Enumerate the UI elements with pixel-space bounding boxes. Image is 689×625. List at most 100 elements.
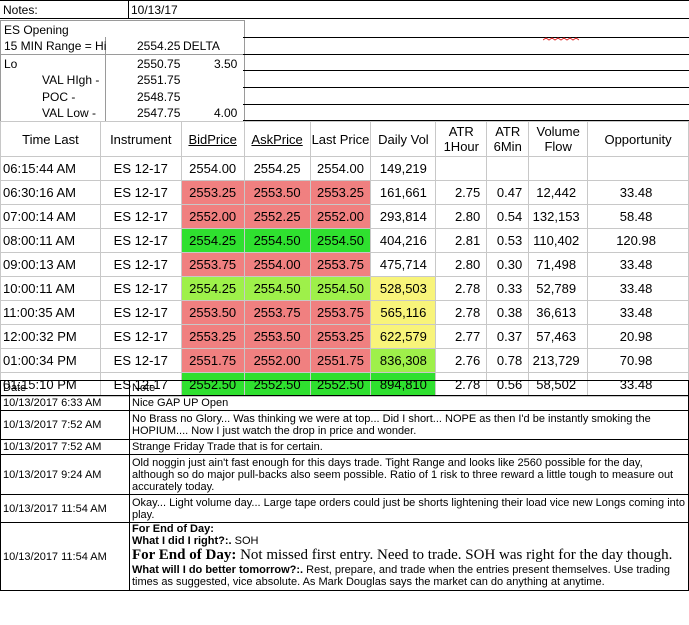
- atr-6min-cell[interactable]: 0.54: [486, 204, 530, 229]
- col-header-daily-vol[interactable]: Daily Vol: [370, 121, 437, 157]
- journal-date[interactable]: 10/13/2017 7:52 AM: [0, 439, 130, 455]
- table-row[interactable]: 08:00:11 AM ES 12-17 2554.25 2554.50 2554.50…: [0, 228, 689, 253]
- atr-6min-cell[interactable]: 0.37: [486, 324, 530, 349]
- daily-vol-cell[interactable]: 149,219: [370, 156, 437, 181]
- atr-1hour-cell[interactable]: 2.77: [435, 324, 488, 349]
- volume-flow-cell[interactable]: 213,729: [528, 348, 589, 373]
- time-cell[interactable]: 12:00:32 PM: [0, 324, 101, 349]
- time-cell[interactable]: 10:00:11 AM: [0, 276, 101, 301]
- opportunity-cell[interactable]: 120.98: [587, 228, 689, 253]
- instrument-cell[interactable]: ES 12-17: [99, 180, 182, 205]
- instrument-cell[interactable]: ES 12-17: [99, 300, 182, 325]
- time-cell[interactable]: 08:00:11 AM: [0, 228, 101, 253]
- time-cell[interactable]: 06:15:44 AM: [0, 156, 101, 181]
- volume-flow-cell[interactable]: 36,613: [528, 300, 589, 325]
- col-header-volume-flow[interactable]: Volume Flow: [528, 121, 589, 157]
- opportunity-cell[interactable]: 70.98: [587, 348, 689, 373]
- time-cell[interactable]: 11:00:35 AM: [0, 300, 101, 325]
- table-row[interactable]: 10:00:11 AM ES 12-17 2554.25 2554.50 2554.50…: [0, 276, 689, 301]
- bid-cell[interactable]: 2553.50: [180, 300, 245, 325]
- atr-6min-cell[interactable]: 0.30: [486, 252, 530, 277]
- ask-cell[interactable]: 2554.50: [243, 276, 311, 301]
- instrument-cell[interactable]: ES 12-17: [99, 204, 182, 229]
- journal-note[interactable]: Okay... Light volume day... Large tape o…: [129, 494, 689, 523]
- last-cell[interactable]: 2553.25: [309, 180, 372, 205]
- last-cell[interactable]: 2553.25: [309, 324, 372, 349]
- atr-1hour-cell[interactable]: 2.78: [435, 300, 488, 325]
- instrument-cell[interactable]: ES 12-17: [99, 228, 182, 253]
- atr-1hour-cell[interactable]: [435, 156, 488, 181]
- daily-vol-cell[interactable]: 528,503: [370, 276, 437, 301]
- col-header-opportunity[interactable]: Opportunity: [587, 121, 689, 157]
- bid-cell[interactable]: 2551.75: [180, 348, 245, 373]
- table-row[interactable]: 07:00:14 AM ES 12-17 2552.00 2552.25 2552.00…: [0, 204, 689, 229]
- col-header-last[interactable]: Last Price: [309, 121, 372, 157]
- bid-cell[interactable]: 2553.75: [180, 252, 245, 277]
- ask-cell[interactable]: 2552.00: [243, 348, 311, 373]
- journal-note[interactable]: Old noggin just ain't fast enough for th…: [129, 454, 689, 495]
- opportunity-cell[interactable]: [587, 156, 689, 181]
- journal-date[interactable]: 10/13/2017 11:54 AM: [0, 494, 130, 523]
- bid-cell[interactable]: 2554.25: [180, 276, 245, 301]
- time-cell[interactable]: 09:00:13 AM: [0, 252, 101, 277]
- atr-6min-cell[interactable]: [486, 156, 530, 181]
- table-row[interactable]: 06:30:16 AM ES 12-17 2553.25 2553.50 2553.25…: [0, 180, 689, 205]
- last-cell[interactable]: 2553.75: [309, 252, 372, 277]
- ask-cell[interactable]: 2554.25: [243, 156, 311, 181]
- bid-cell[interactable]: 2554.00: [180, 156, 245, 181]
- daily-vol-cell[interactable]: 404,216: [370, 228, 437, 253]
- instrument-cell[interactable]: ES 12-17: [99, 276, 182, 301]
- instrument-cell[interactable]: ES 12-17: [99, 348, 182, 373]
- bid-cell[interactable]: 2553.25: [180, 180, 245, 205]
- atr-1hour-cell[interactable]: 2.81: [435, 228, 488, 253]
- atr-6min-cell[interactable]: 0.38: [486, 300, 530, 325]
- ask-cell[interactable]: 2552.25: [243, 204, 311, 229]
- table-row[interactable]: 12:00:32 PM ES 12-17 2553.25 2553.50 2553.25…: [0, 324, 689, 349]
- journal-note-end-of-day[interactable]: For End of Day: What I did I right?:. SO…: [129, 522, 689, 591]
- ask-cell[interactable]: 2553.50: [243, 180, 311, 205]
- daily-vol-cell[interactable]: 161,661: [370, 180, 437, 205]
- atr-6min-cell[interactable]: 0.33: [486, 276, 530, 301]
- bid-cell[interactable]: 2553.25: [180, 324, 245, 349]
- volume-flow-cell[interactable]: 110,402: [528, 228, 589, 253]
- volume-flow-cell[interactable]: 12,442: [528, 180, 589, 205]
- opportunity-cell[interactable]: 33.48: [587, 180, 689, 205]
- journal-date[interactable]: 10/13/2017 9:24 AM: [0, 454, 130, 495]
- atr-1hour-cell[interactable]: 2.76: [435, 348, 488, 373]
- table-row[interactable]: 06:15:44 AM ES 12-17 2554.00 2554.25 2554.00…: [0, 156, 689, 181]
- last-cell[interactable]: 2554.50: [309, 276, 372, 301]
- atr-1hour-cell[interactable]: 2.78: [435, 276, 488, 301]
- daily-vol-cell[interactable]: 622,579: [370, 324, 437, 349]
- journal-note[interactable]: Strange Friday Trade that is for certain…: [129, 439, 689, 455]
- opportunity-cell[interactable]: 20.98: [587, 324, 689, 349]
- atr-1hour-cell[interactable]: 2.80: [435, 252, 488, 277]
- opportunity-cell[interactable]: 33.48: [587, 276, 689, 301]
- opportunity-cell[interactable]: 58.48: [587, 204, 689, 229]
- daily-vol-cell[interactable]: 565,116: [370, 300, 437, 325]
- col-header-time[interactable]: Time Last: [0, 121, 101, 157]
- daily-vol-cell[interactable]: 293,814: [370, 204, 437, 229]
- last-cell[interactable]: 2554.50: [309, 228, 372, 253]
- atr-1hour-cell[interactable]: 2.80: [435, 204, 488, 229]
- ask-cell[interactable]: 2554.00: [243, 252, 311, 277]
- atr-6min-cell[interactable]: 0.53: [486, 228, 530, 253]
- journal-date[interactable]: 10/13/2017 6:33 AM: [0, 395, 130, 411]
- atr-6min-cell[interactable]: 0.78: [486, 348, 530, 373]
- volume-flow-cell[interactable]: 57,463: [528, 324, 589, 349]
- time-cell[interactable]: 06:30:16 AM: [0, 180, 101, 205]
- ask-cell[interactable]: 2554.50: [243, 228, 311, 253]
- col-header-ask[interactable]: AskPrice: [243, 121, 311, 157]
- journal-note[interactable]: No Brass no Glory... Was thinking we wer…: [129, 410, 689, 440]
- col-header-instrument[interactable]: Instrument: [99, 121, 182, 157]
- volume-flow-cell[interactable]: 52,789: [528, 276, 589, 301]
- col-header-atr-6min[interactable]: ATR 6Min: [486, 121, 530, 157]
- bid-cell[interactable]: 2552.00: [180, 204, 245, 229]
- ask-cell[interactable]: 2553.75: [243, 300, 311, 325]
- col-header-bid[interactable]: BidPrice: [180, 121, 245, 157]
- table-row[interactable]: 01:00:34 PM ES 12-17 2551.75 2552.00 2551.75…: [0, 348, 689, 373]
- col-header-atr-1hour[interactable]: ATR 1Hour: [435, 121, 488, 157]
- atr-1hour-cell[interactable]: 2.75: [435, 180, 488, 205]
- time-cell[interactable]: 01:00:34 PM: [0, 348, 101, 373]
- instrument-cell[interactable]: ES 12-17: [99, 324, 182, 349]
- bid-cell[interactable]: 2554.25: [180, 228, 245, 253]
